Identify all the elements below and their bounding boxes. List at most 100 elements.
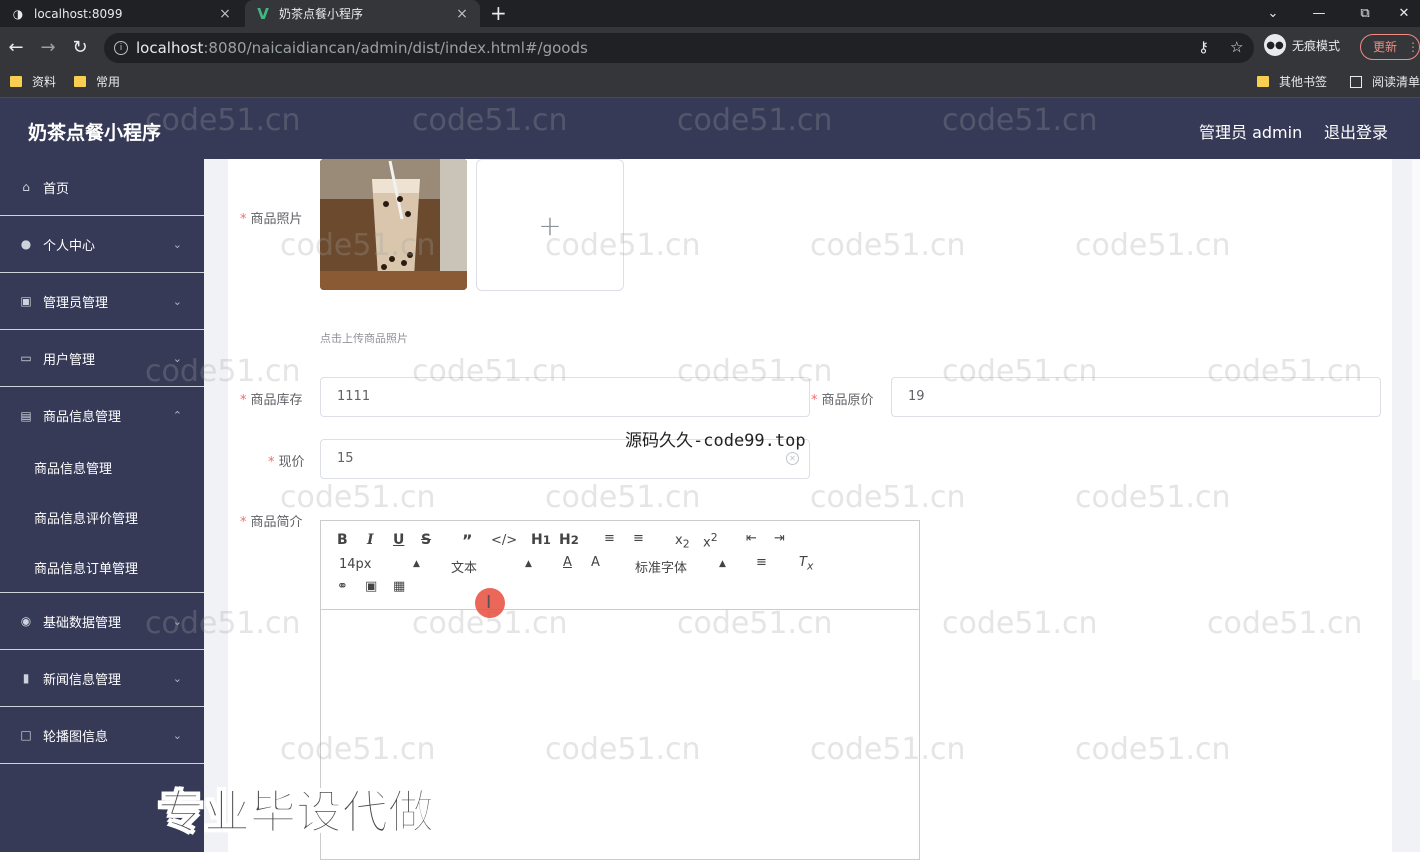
header-select-value: 文本 bbox=[451, 561, 478, 576]
link-icon[interactable]: ⚭ bbox=[337, 579, 348, 594]
clear-icon[interactable]: ✕ bbox=[786, 452, 799, 465]
heading-2-icon[interactable]: H2 bbox=[559, 532, 579, 548]
product-photo[interactable] bbox=[320, 159, 467, 290]
underline-icon[interactable]: U bbox=[393, 532, 404, 548]
sidebar-subitem-goods[interactable]: 商品信息管理 bbox=[34, 458, 112, 477]
background-color-icon[interactable]: A bbox=[591, 555, 600, 570]
editor-toolbar: B I U S ” </> H1 H2 ≡ ≡ x2 x2 ⇤ ⇥ 14px ▲ … bbox=[321, 521, 919, 610]
required-mark: * bbox=[240, 393, 247, 408]
sidebar-item-home[interactable]: ⌂ 首页 bbox=[0, 159, 204, 216]
folder-icon bbox=[74, 76, 86, 87]
close-window-button[interactable]: ✕ bbox=[1388, 0, 1420, 27]
new-tab-button[interactable]: + bbox=[490, 2, 507, 24]
sidebar-item-carousel[interactable]: □ 轮播图信息 ⌄ bbox=[0, 707, 204, 764]
bookmark-label: 其他书签 bbox=[1279, 75, 1328, 89]
sidebar-item-news[interactable]: ▮ 新闻信息管理 ⌄ bbox=[0, 650, 204, 707]
sidebar-item-label: 用户管理 bbox=[43, 352, 96, 368]
sidebar-subitem-orders[interactable]: 商品信息订单管理 bbox=[34, 558, 138, 577]
clear-format-icon[interactable]: Tx bbox=[799, 555, 813, 573]
browser-tab[interactable]: ◑ localhost:8099 × bbox=[0, 0, 243, 27]
required-mark: * bbox=[268, 455, 275, 470]
sidebar-item-users[interactable]: ▭ 用户管理 ⌄ bbox=[0, 330, 204, 387]
briefcase-icon: ▤ bbox=[20, 408, 32, 423]
select-arrow-icon: ▲ bbox=[525, 559, 532, 569]
sidebar-item-label: 商品信息管理 bbox=[43, 410, 122, 425]
browser-tabstrip: ◑ localhost:8099 × V 奶茶点餐小程序 × + ⌄ — ⧉ ✕ bbox=[0, 0, 1420, 27]
logout-link[interactable]: 退出登录 bbox=[1324, 119, 1388, 143]
reload-icon[interactable]: ↻ bbox=[68, 35, 92, 59]
sidebar-item-label: 新闻信息管理 bbox=[43, 672, 122, 688]
ordered-list-icon[interactable]: ≡ bbox=[604, 531, 615, 546]
back-icon[interactable]: ← bbox=[4, 35, 28, 59]
blockquote-icon[interactable]: ” bbox=[462, 531, 473, 550]
code-block-icon[interactable]: </> bbox=[491, 533, 517, 548]
font-size-value: 14px bbox=[339, 557, 372, 572]
outdent-icon[interactable]: ⇤ bbox=[746, 531, 757, 546]
font-size-select[interactable]: 14px ▲ bbox=[339, 557, 420, 572]
select-arrow-icon: ▲ bbox=[719, 559, 726, 569]
tab-title: 奶茶点餐小程序 bbox=[279, 7, 364, 21]
overlay-banner: 专业毕设代做 bbox=[158, 785, 435, 840]
chevron-up-icon: ⌃ bbox=[172, 409, 182, 422]
sidebar-item-profile[interactable]: ● 个人中心 ⌄ bbox=[0, 216, 204, 273]
restore-button[interactable]: ⧉ bbox=[1342, 0, 1388, 27]
heading-1-icon[interactable]: H1 bbox=[531, 532, 551, 548]
superscript-icon[interactable]: x2 bbox=[703, 531, 718, 550]
upload-photo-button[interactable]: + bbox=[476, 159, 624, 291]
incognito-indicator[interactable]: ●● 无痕模式 bbox=[1264, 34, 1340, 56]
update-button[interactable]: 更新 ⋮ bbox=[1360, 34, 1420, 60]
minimize-button[interactable]: — bbox=[1296, 0, 1342, 27]
align-icon[interactable]: ≡ bbox=[756, 555, 767, 570]
url-path: :8080/naicaidiancan/admin/dist/index.htm… bbox=[203, 39, 588, 57]
chevron-down-icon: ⌄ bbox=[172, 351, 182, 365]
font-family-value: 标准字体 bbox=[635, 561, 688, 576]
address-bar[interactable]: i localhost:8080/naicaidiancan/admin/dis… bbox=[104, 33, 1254, 63]
chevron-down-icon: ⌄ bbox=[172, 614, 182, 628]
incognito-icon: ●● bbox=[1264, 34, 1286, 56]
bold-icon[interactable]: B bbox=[337, 532, 348, 548]
close-tab-icon[interactable]: × bbox=[454, 6, 470, 22]
label-text: 商品照片 bbox=[250, 212, 303, 227]
key-icon[interactable]: ⚷ bbox=[1198, 38, 1209, 56]
sidebar-item-goods[interactable]: ▤ 商品信息管理 ⌃ bbox=[0, 387, 204, 444]
original-price-input[interactable]: 19 bbox=[891, 377, 1381, 417]
star-icon[interactable]: ☆ bbox=[1230, 38, 1243, 56]
price-label: * 现价 bbox=[268, 451, 305, 470]
bookmark-folder[interactable]: 资料 bbox=[10, 73, 56, 90]
tab-search-icon[interactable]: ⌄ bbox=[1250, 0, 1296, 27]
subscript-icon[interactable]: x2 bbox=[675, 533, 690, 551]
label-text: 商品原价 bbox=[821, 393, 874, 408]
image-icon[interactable]: ▣ bbox=[365, 579, 377, 594]
close-tab-icon[interactable]: × bbox=[217, 6, 233, 22]
scrollbar[interactable] bbox=[1412, 160, 1420, 680]
font-color-icon[interactable]: A bbox=[563, 555, 572, 570]
strikethrough-icon[interactable]: S bbox=[421, 532, 431, 548]
italic-icon[interactable]: I bbox=[367, 532, 374, 548]
update-label: 更新 bbox=[1373, 40, 1398, 54]
header-select[interactable]: 文本 ▲ bbox=[451, 557, 532, 576]
stock-input[interactable]: 1111 bbox=[320, 377, 810, 417]
browser-tab-active[interactable]: V 奶茶点餐小程序 × bbox=[245, 0, 480, 27]
forward-icon[interactable]: → bbox=[36, 35, 60, 59]
bookmark-folder[interactable]: 常用 bbox=[74, 73, 120, 90]
chevron-down-icon: ⌄ bbox=[172, 237, 182, 251]
bullet-list-icon[interactable]: ≡ bbox=[633, 531, 644, 546]
id-card-icon: ▭ bbox=[20, 351, 32, 365]
vue-logo-icon: V bbox=[257, 4, 269, 23]
sidebar-item-admins[interactable]: ▣ 管理员管理 ⌄ bbox=[0, 273, 204, 330]
globe-icon: ◑ bbox=[12, 6, 24, 21]
font-family-select[interactable]: 标准字体 ▲ bbox=[635, 557, 726, 576]
indent-icon[interactable]: ⇥ bbox=[774, 531, 785, 546]
required-mark: * bbox=[240, 212, 247, 227]
site-info-icon[interactable]: i bbox=[114, 41, 128, 55]
other-bookmarks[interactable]: 其他书签 bbox=[1257, 73, 1327, 90]
sidebar-item-basic-data[interactable]: ◉ 基础数据管理 ⌄ bbox=[0, 593, 204, 650]
sidebar-subitem-reviews[interactable]: 商品信息评价管理 bbox=[34, 508, 138, 527]
required-mark: * bbox=[240, 515, 247, 530]
reading-list[interactable]: 阅读清单 bbox=[1350, 73, 1420, 90]
select-arrow-icon: ▲ bbox=[413, 559, 420, 569]
video-icon[interactable]: ▦ bbox=[393, 579, 405, 594]
current-user: 管理员 admin bbox=[1199, 123, 1303, 142]
incognito-label: 无痕模式 bbox=[1292, 38, 1341, 53]
app-title: 奶茶点餐小程序 bbox=[28, 122, 162, 144]
